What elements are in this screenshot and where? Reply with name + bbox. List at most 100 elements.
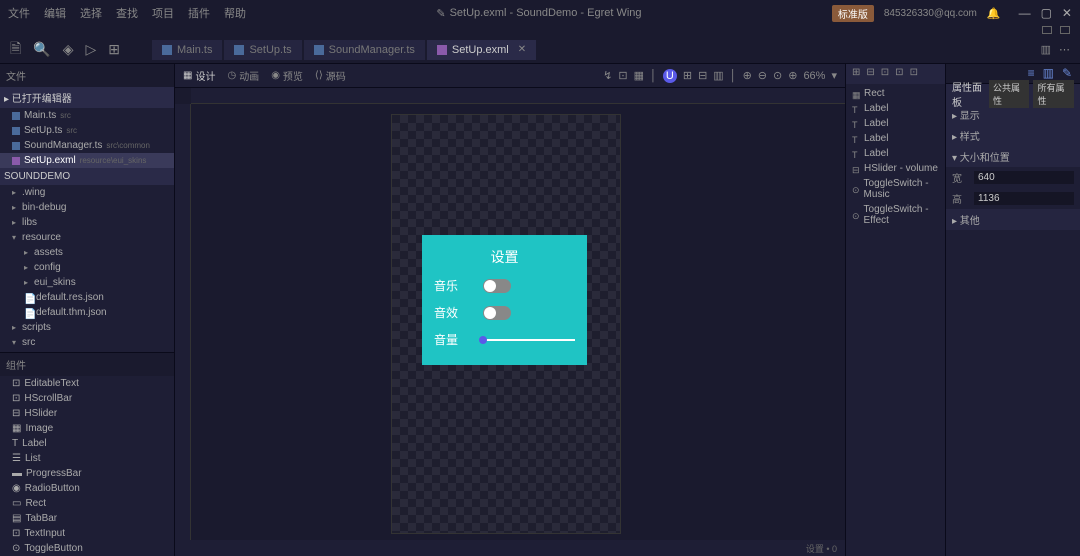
tab-all-props[interactable]: 所有属性: [1033, 80, 1074, 108]
open-file-active[interactable]: SetUp.exml resource\eui_skins: [0, 153, 174, 168]
layout-right-icon[interactable]: [1060, 26, 1070, 34]
outline-item[interactable]: ▦Rect: [848, 86, 943, 101]
tool-icon[interactable]: ⊡: [618, 69, 627, 82]
layers-icon[interactable]: ▥: [1043, 66, 1054, 81]
open-file[interactable]: SetUp.ts src: [0, 123, 174, 138]
artboard[interactable]: 设置 音乐 音效 音量: [391, 114, 621, 534]
chevron-down-icon[interactable]: ▾: [831, 69, 837, 82]
split-icon[interactable]: ▥: [1041, 43, 1051, 56]
tool-icon[interactable]: ▥: [713, 69, 723, 82]
project-header[interactable]: SOUNDDEMO: [0, 168, 174, 185]
zoom-out-icon[interactable]: ⊖: [758, 69, 767, 82]
preview-mode-button[interactable]: ◉ 预览: [271, 68, 303, 83]
outline-tool-icon[interactable]: ⊡: [895, 67, 903, 81]
tool-icon[interactable]: U: [663, 69, 677, 83]
setup-panel[interactable]: 设置 音乐 音效 音量: [422, 235, 587, 365]
close-icon[interactable]: ✕: [518, 44, 526, 55]
outline-item[interactable]: ⊟HSlider - volume: [848, 161, 943, 176]
layout-left-icon[interactable]: [1042, 26, 1052, 34]
outline-item[interactable]: TLabel: [848, 101, 943, 116]
tree-folder[interactable]: ▾resource: [0, 230, 174, 245]
component-item[interactable]: ⊡EditableText: [0, 376, 174, 391]
component-item[interactable]: ▭Rect: [0, 496, 174, 511]
tree-file[interactable]: 📄default.thm.json: [0, 305, 174, 320]
tool-icon[interactable]: ↯: [603, 69, 612, 82]
menu-file[interactable]: 文件: [8, 5, 30, 21]
user-email[interactable]: 845326330@qq.com: [884, 8, 977, 19]
component-item[interactable]: ◉RadioButton: [0, 481, 174, 496]
menu-select[interactable]: 选择: [80, 5, 102, 21]
tab-setup-ts[interactable]: SetUp.ts: [224, 40, 301, 60]
canvas-container[interactable]: 设置 音乐 音效 音量: [191, 104, 845, 556]
source-mode-button[interactable]: ⟨⟩ 源码: [315, 68, 346, 83]
tab-setup-exml[interactable]: SetUp.exml✕: [427, 40, 536, 60]
minimize-button[interactable]: —: [1019, 6, 1031, 20]
tool-icon[interactable]: ⊞: [683, 69, 692, 82]
components-header[interactable]: 组件: [0, 353, 174, 376]
section-size[interactable]: ▾ 大小和位置: [946, 146, 1080, 167]
tab-common-props[interactable]: 公共属性: [989, 80, 1030, 108]
open-file[interactable]: Main.ts src: [0, 108, 174, 123]
component-item[interactable]: ⊟HSlider: [0, 406, 174, 421]
tab-soundmanager-ts[interactable]: SoundManager.ts: [304, 40, 425, 60]
outline-tool-icon[interactable]: ⊡: [881, 67, 889, 81]
tree-folder[interactable]: ▸config: [0, 260, 174, 275]
component-item[interactable]: ▬ProgressBar: [0, 466, 174, 481]
props-icon[interactable]: ≡: [1028, 66, 1035, 81]
zoom-in-icon[interactable]: ⊕: [788, 69, 797, 82]
design-mode-button[interactable]: ▦ 设计: [183, 68, 215, 83]
bell-icon[interactable]: 🔔: [987, 7, 1001, 20]
tree-folder[interactable]: ▸scripts: [0, 320, 174, 335]
debug-icon[interactable]: ▷: [85, 41, 96, 58]
menu-help[interactable]: 帮助: [224, 5, 246, 21]
outline-tool-icon[interactable]: ⊞: [852, 67, 860, 81]
outline-item[interactable]: TLabel: [848, 116, 943, 131]
animation-mode-button[interactable]: ◷ 动画: [227, 68, 259, 83]
open-editors-header[interactable]: ▸ 已打开编辑器: [0, 87, 174, 108]
height-input[interactable]: 1136: [974, 192, 1074, 205]
tree-folder[interactable]: ▸.wing: [0, 185, 174, 200]
effect-toggle[interactable]: [483, 306, 511, 320]
outline-tool-icon[interactable]: ⊟: [866, 67, 874, 81]
tool-icon[interactable]: ⊕: [743, 69, 752, 82]
tool-icon[interactable]: │: [730, 70, 737, 82]
menu-plugin[interactable]: 插件: [188, 5, 210, 21]
brush-icon[interactable]: ✎: [1062, 66, 1072, 81]
component-item[interactable]: TLabel: [0, 436, 174, 451]
volume-slider[interactable]: [483, 339, 575, 341]
slider-thumb[interactable]: [479, 336, 487, 344]
open-file[interactable]: SoundManager.ts src\common: [0, 138, 174, 153]
explorer-icon[interactable]: 🗎: [10, 38, 21, 62]
section-style[interactable]: ▸ 样式: [946, 125, 1080, 146]
width-input[interactable]: 640: [974, 171, 1074, 184]
tab-main-ts[interactable]: Main.ts: [152, 40, 222, 60]
tree-file[interactable]: 📄default.res.json: [0, 290, 174, 305]
menu-edit[interactable]: 编辑: [44, 5, 66, 21]
component-item[interactable]: ▦Image: [0, 421, 174, 436]
component-item[interactable]: ▤TabBar: [0, 511, 174, 526]
component-item[interactable]: ⊙ToggleButton: [0, 541, 174, 556]
tool-icon[interactable]: │: [650, 70, 657, 82]
tool-icon[interactable]: ▦: [634, 69, 644, 82]
outline-tool-icon[interactable]: ⊡: [910, 67, 918, 81]
git-icon[interactable]: ◈: [63, 41, 74, 58]
zoom-fit-icon[interactable]: ⊙: [773, 69, 782, 82]
component-item[interactable]: ⊡HScrollBar: [0, 391, 174, 406]
outline-item[interactable]: ⊙ToggleSwitch - Music: [848, 176, 943, 202]
search-icon[interactable]: 🔍: [33, 41, 50, 58]
tree-folder[interactable]: ▸eui_skins: [0, 275, 174, 290]
tree-folder[interactable]: ▸bin-debug: [0, 200, 174, 215]
close-button[interactable]: ✕: [1062, 6, 1072, 20]
menu-project[interactable]: 项目: [152, 5, 174, 21]
tree-folder[interactable]: ▸assets: [0, 245, 174, 260]
tool-icon[interactable]: ⊟: [698, 69, 707, 82]
menu-find[interactable]: 查找: [116, 5, 138, 21]
music-toggle[interactable]: [483, 279, 511, 293]
outline-item[interactable]: ⊙ToggleSwitch - Effect: [848, 202, 943, 228]
maximize-button[interactable]: ▢: [1041, 6, 1052, 20]
outline-item[interactable]: TLabel: [848, 146, 943, 161]
outline-item[interactable]: TLabel: [848, 131, 943, 146]
component-item[interactable]: ⊡TextInput: [0, 526, 174, 541]
tree-folder[interactable]: ▸libs: [0, 215, 174, 230]
section-other[interactable]: ▸ 其他: [946, 209, 1080, 230]
